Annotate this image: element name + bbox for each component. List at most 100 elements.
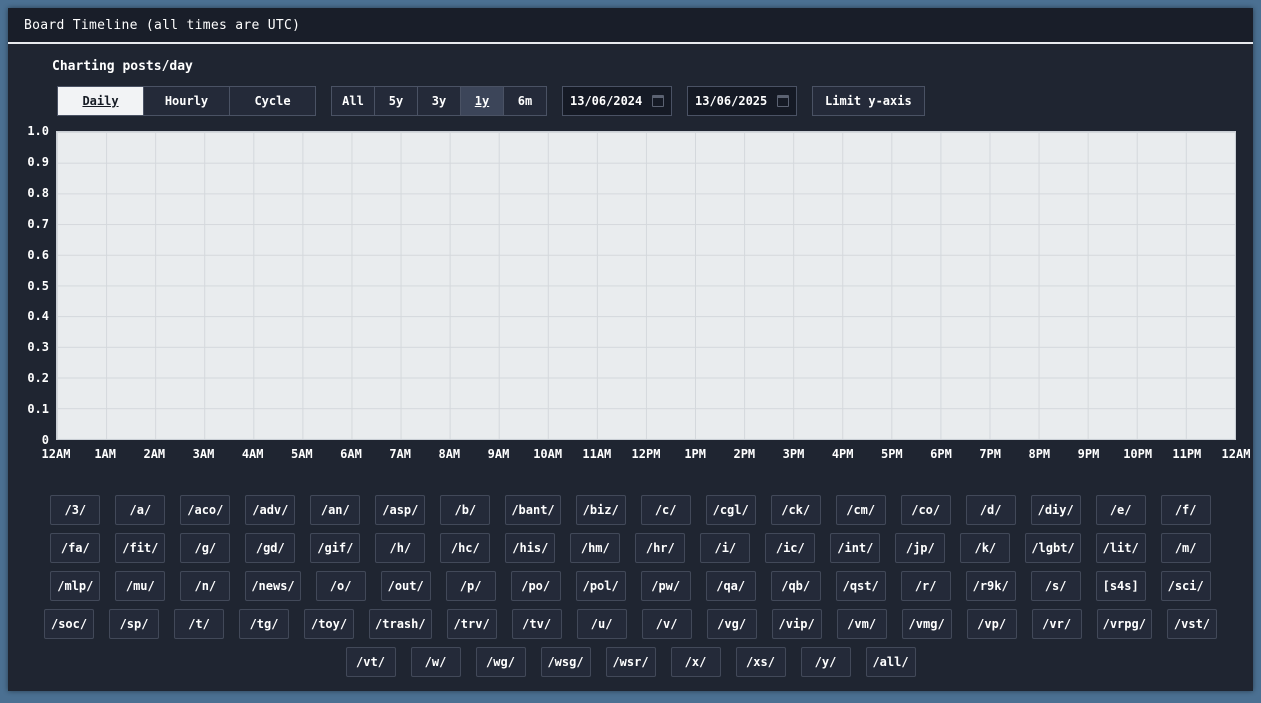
board-button-cm[interactable]: /cm/ xyxy=(836,495,886,525)
board-button-trash[interactable]: /trash/ xyxy=(369,609,432,639)
page-title: Board Timeline (all times are UTC) xyxy=(24,18,300,33)
y-axis-tick: 0.1 xyxy=(27,402,49,416)
board-button-x[interactable]: /x/ xyxy=(671,647,721,677)
board-button-m[interactable]: /m/ xyxy=(1161,533,1211,563)
board-button-an[interactable]: /an/ xyxy=(310,495,360,525)
board-button-gif[interactable]: /gif/ xyxy=(310,533,360,563)
board-button-pw[interactable]: /pw/ xyxy=(641,571,691,601)
mode-button-cycle[interactable]: Cycle xyxy=(229,86,316,116)
board-button-mlp[interactable]: /mlp/ xyxy=(50,571,100,601)
board-button-s[interactable]: /s/ xyxy=(1031,571,1081,601)
board-button-a[interactable]: /a/ xyxy=(115,495,165,525)
board-button-k[interactable]: /k/ xyxy=(960,533,1010,563)
board-button-u[interactable]: /u/ xyxy=(577,609,627,639)
board-button-tg[interactable]: /tg/ xyxy=(239,609,289,639)
board-button-sci[interactable]: /sci/ xyxy=(1161,571,1211,601)
board-button-v[interactable]: /v/ xyxy=(642,609,692,639)
board-button-qst[interactable]: /qst/ xyxy=(836,571,886,601)
board-button-his[interactable]: /his/ xyxy=(505,533,555,563)
board-button-h[interactable]: /h/ xyxy=(375,533,425,563)
board-button-asp[interactable]: /asp/ xyxy=(375,495,425,525)
board-button-news[interactable]: /news/ xyxy=(245,571,300,601)
board-button-vip[interactable]: /vip/ xyxy=(772,609,822,639)
board-button-cgl[interactable]: /cgl/ xyxy=(706,495,756,525)
board-button-toy[interactable]: /toy/ xyxy=(304,609,354,639)
y-axis-tick: 0.6 xyxy=(27,248,49,262)
board-button-fa[interactable]: /fa/ xyxy=(50,533,100,563)
board-button-vp[interactable]: /vp/ xyxy=(967,609,1017,639)
board-button-c[interactable]: /c/ xyxy=(641,495,691,525)
board-button-y[interactable]: /y/ xyxy=(801,647,851,677)
board-button-qb[interactable]: /qb/ xyxy=(771,571,821,601)
board-button-ic[interactable]: /ic/ xyxy=(765,533,815,563)
board-button-vm[interactable]: /vm/ xyxy=(837,609,887,639)
board-button-n[interactable]: /n/ xyxy=(180,571,230,601)
board-button-s4s[interactable]: [s4s] xyxy=(1096,571,1146,601)
range-button-6m[interactable]: 6m xyxy=(503,86,547,116)
x-axis-tick: 4PM xyxy=(832,447,854,461)
board-button-co[interactable]: /co/ xyxy=(901,495,951,525)
board-button-xs[interactable]: /xs/ xyxy=(736,647,786,677)
board-button-hc[interactable]: /hc/ xyxy=(440,533,490,563)
board-button-adv[interactable]: /adv/ xyxy=(245,495,295,525)
board-button-lit[interactable]: /lit/ xyxy=(1096,533,1146,563)
board-button-t[interactable]: /t/ xyxy=(174,609,224,639)
board-button-qa[interactable]: /qa/ xyxy=(706,571,756,601)
board-button-jp[interactable]: /jp/ xyxy=(895,533,945,563)
range-button-all[interactable]: All xyxy=(331,86,375,116)
mode-button-hourly[interactable]: Hourly xyxy=(143,86,230,116)
board-button-fit[interactable]: /fit/ xyxy=(115,533,165,563)
board-button-p[interactable]: /p/ xyxy=(446,571,496,601)
board-button-pol[interactable]: /pol/ xyxy=(576,571,626,601)
limit-y-axis-button[interactable]: Limit y-axis xyxy=(812,86,925,116)
board-button-aco[interactable]: /aco/ xyxy=(180,495,230,525)
board-button-r[interactable]: /r/ xyxy=(901,571,951,601)
date-to-input[interactable]: 13/06/2025 xyxy=(687,86,797,116)
board-button-o[interactable]: /o/ xyxy=(316,571,366,601)
board-button-po[interactable]: /po/ xyxy=(511,571,561,601)
board-button-vst[interactable]: /vst/ xyxy=(1167,609,1217,639)
board-button-hr[interactable]: /hr/ xyxy=(635,533,685,563)
board-button-vrpg[interactable]: /vrpg/ xyxy=(1097,609,1152,639)
board-button-vt[interactable]: /vt/ xyxy=(346,647,396,677)
board-button-int[interactable]: /int/ xyxy=(830,533,880,563)
board-button-sp[interactable]: /sp/ xyxy=(109,609,159,639)
board-button-b[interactable]: /b/ xyxy=(440,495,490,525)
range-button-5y[interactable]: 5y xyxy=(374,86,418,116)
calendar-icon[interactable] xyxy=(777,95,789,107)
board-button-r9k[interactable]: /r9k/ xyxy=(966,571,1016,601)
board-button-all[interactable]: /all/ xyxy=(866,647,916,677)
board-button-tv[interactable]: /tv/ xyxy=(512,609,562,639)
range-button-3y[interactable]: 3y xyxy=(417,86,461,116)
range-button-1y[interactable]: 1y xyxy=(460,86,504,116)
board-button-wsr[interactable]: /wsr/ xyxy=(606,647,656,677)
board-button-wsg[interactable]: /wsg/ xyxy=(541,647,591,677)
board-button-3[interactable]: /3/ xyxy=(50,495,100,525)
board-button-biz[interactable]: /biz/ xyxy=(576,495,626,525)
board-button-vg[interactable]: /vg/ xyxy=(707,609,757,639)
date-from-input[interactable]: 13/06/2024 xyxy=(562,86,672,116)
calendar-icon[interactable] xyxy=(652,95,664,107)
board-button-hm[interactable]: /hm/ xyxy=(570,533,620,563)
board-button-e[interactable]: /e/ xyxy=(1096,495,1146,525)
board-button-lgbt[interactable]: /lgbt/ xyxy=(1025,533,1080,563)
chart-subtitle: Charting posts/day xyxy=(52,59,1253,74)
board-button-soc[interactable]: /soc/ xyxy=(44,609,94,639)
board-button-vmg[interactable]: /vmg/ xyxy=(902,609,952,639)
board-button-vr[interactable]: /vr/ xyxy=(1032,609,1082,639)
board-button-w[interactable]: /w/ xyxy=(411,647,461,677)
board-button-i[interactable]: /i/ xyxy=(700,533,750,563)
board-button-diy[interactable]: /diy/ xyxy=(1031,495,1081,525)
board-button-wg[interactable]: /wg/ xyxy=(476,647,526,677)
board-button-out[interactable]: /out/ xyxy=(381,571,431,601)
board-button-ck[interactable]: /ck/ xyxy=(771,495,821,525)
board-button-f[interactable]: /f/ xyxy=(1161,495,1211,525)
title-bar: Board Timeline (all times are UTC) xyxy=(8,8,1253,44)
board-button-d[interactable]: /d/ xyxy=(966,495,1016,525)
board-button-mu[interactable]: /mu/ xyxy=(115,571,165,601)
board-button-g[interactable]: /g/ xyxy=(180,533,230,563)
board-button-trv[interactable]: /trv/ xyxy=(447,609,497,639)
mode-button-daily[interactable]: Daily xyxy=(57,86,144,116)
board-button-bant[interactable]: /bant/ xyxy=(505,495,560,525)
board-button-gd[interactable]: /gd/ xyxy=(245,533,295,563)
